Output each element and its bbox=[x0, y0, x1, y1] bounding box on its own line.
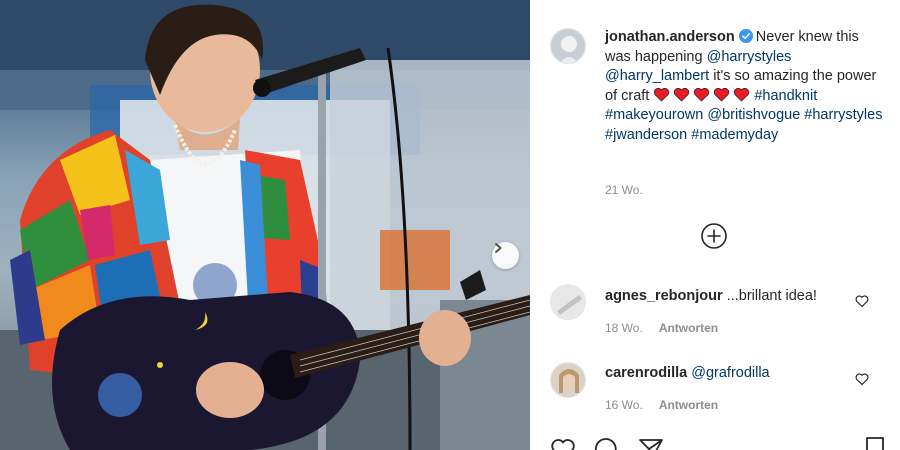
load-more-comments-button[interactable] bbox=[700, 222, 728, 250]
commenter-avatar-image bbox=[551, 285, 585, 319]
comment-button[interactable] bbox=[593, 436, 619, 450]
post-time-ago[interactable]: 21 Wo. bbox=[605, 183, 643, 197]
red-heart-icon bbox=[694, 87, 710, 102]
commenter-avatar[interactable] bbox=[550, 362, 586, 398]
comment-time-ago[interactable]: 18 Wo. bbox=[605, 321, 643, 335]
share-button[interactable] bbox=[638, 436, 664, 450]
author-avatar[interactable] bbox=[550, 28, 586, 64]
post-details-panel: jonathan.anderson Never knew this was hap… bbox=[530, 0, 900, 450]
next-photo-button[interactable] bbox=[492, 242, 519, 269]
plus-circle-icon bbox=[701, 223, 727, 249]
commenter-avatar[interactable] bbox=[550, 284, 586, 320]
heart-outline-icon[interactable] bbox=[855, 294, 869, 308]
comment: carenrodilla @grafrodilla bbox=[605, 365, 770, 381]
post-action-bar bbox=[550, 436, 890, 450]
comment-username[interactable]: agnes_rebonjour bbox=[605, 288, 723, 304]
heart-emojis bbox=[653, 87, 750, 102]
comment-meta: 18 Wo. Antworten bbox=[605, 321, 718, 335]
comment-username[interactable]: carenrodilla bbox=[605, 365, 687, 381]
comment-text: ...brillant idea! bbox=[726, 288, 817, 304]
mention-link[interactable]: @harrystyles bbox=[707, 49, 792, 65]
red-heart-icon bbox=[734, 87, 750, 102]
comment: agnes_rebonjour ...brillant idea! bbox=[605, 288, 817, 304]
comment-meta: 16 Wo. Antworten bbox=[605, 398, 718, 412]
author-avatar-image bbox=[551, 29, 585, 63]
commenter-avatar-image bbox=[551, 363, 585, 397]
chevron-right-icon bbox=[495, 243, 502, 253]
like-button[interactable] bbox=[550, 436, 576, 450]
comment-time-ago[interactable]: 16 Wo. bbox=[605, 398, 643, 412]
red-heart-icon bbox=[674, 87, 690, 102]
red-heart-icon bbox=[654, 87, 670, 102]
reply-button[interactable]: Antworten bbox=[659, 321, 718, 335]
heart-outline-icon[interactable] bbox=[855, 372, 869, 386]
mention-link[interactable]: @grafrodilla bbox=[691, 365, 769, 381]
post-caption: jonathan.anderson Never knew this was hap… bbox=[605, 28, 885, 146]
author-username[interactable]: jonathan.anderson bbox=[605, 29, 735, 45]
red-heart-icon bbox=[714, 87, 730, 102]
post-photo bbox=[0, 0, 530, 450]
mention-link[interactable]: @harry_lambert bbox=[605, 68, 709, 84]
verified-badge-icon bbox=[738, 29, 753, 43]
concert-photo-illustration bbox=[0, 0, 530, 450]
reply-button[interactable]: Antworten bbox=[659, 398, 718, 412]
save-button[interactable] bbox=[862, 436, 888, 450]
